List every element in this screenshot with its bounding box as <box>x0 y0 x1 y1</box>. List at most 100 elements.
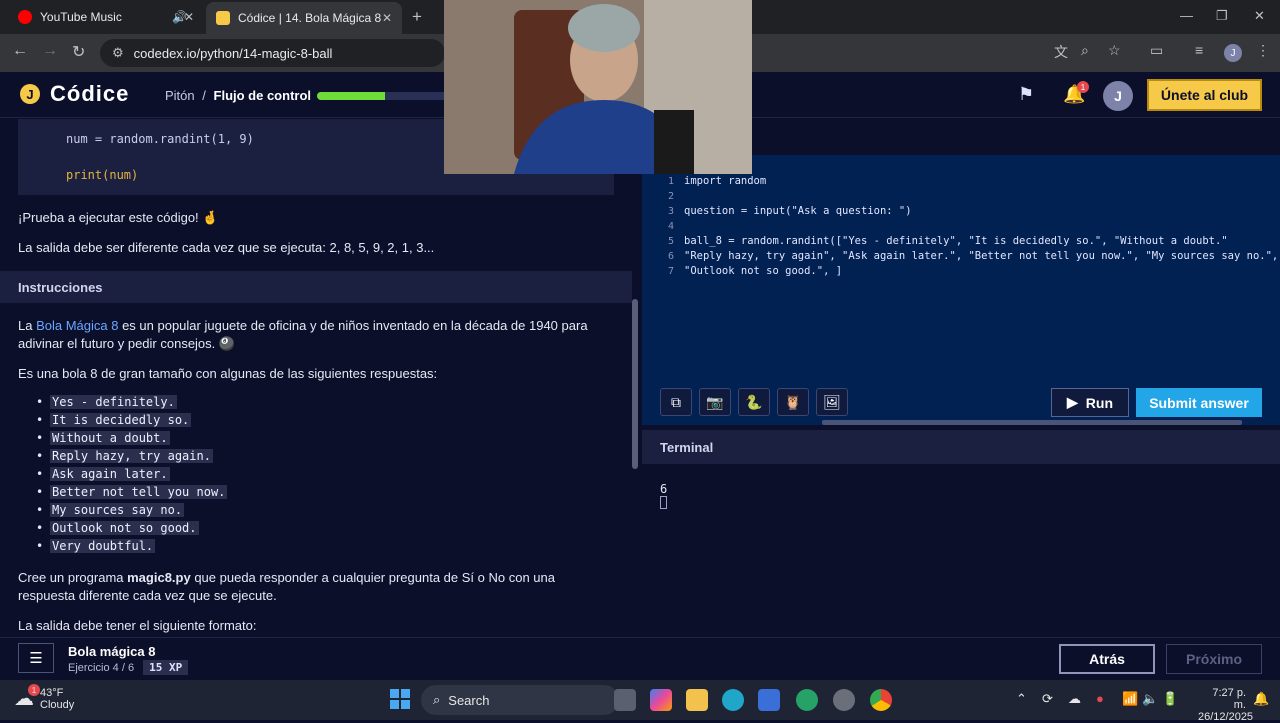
zoom-icon[interactable]: ⌕ <box>1081 42 1089 59</box>
exercise-label: Ejercicio <box>68 662 110 674</box>
terminal-header: Terminal <box>642 430 1280 464</box>
line-number: 1 <box>667 176 674 187</box>
volume-icon[interactable]: 🔈 <box>1142 691 1158 707</box>
store-icon[interactable] <box>758 689 780 711</box>
line-number: 5 <box>667 236 674 247</box>
python-icon[interactable]: 🐍 <box>738 388 770 416</box>
weather-badge: 1 <box>28 684 40 696</box>
app-icon[interactable] <box>796 689 818 711</box>
close-icon[interactable]: ✕ <box>382 11 392 25</box>
chevron-up-icon[interactable]: ⌃ <box>1016 691 1027 707</box>
exercise-number: 4 <box>112 662 119 674</box>
weather-desc: Cloudy <box>40 698 75 711</box>
terminal-body[interactable]: 6 <box>642 464 1280 637</box>
battery-icon[interactable]: 🔋 <box>1162 691 1178 707</box>
code-line: ball_8 = random.randint(["Yes - definite… <box>684 235 1228 247</box>
minimize-icon[interactable]: — <box>1180 8 1193 23</box>
new-tab-button[interactable]: + <box>412 7 422 27</box>
exercise-footer: ☰ Bola mágica 8 Ejercicio 4 / 6 15 XP At… <box>0 637 1280 680</box>
intro-prefix: La <box>18 318 37 333</box>
back-arrow-icon[interactable]: ← <box>12 42 28 60</box>
join-club-button[interactable]: Únete al club <box>1147 79 1262 111</box>
webcam-person-image <box>444 0 752 174</box>
address-bar[interactable]: ⚙ codedex.io/python/14-magic-8-ball <box>100 39 445 67</box>
list-item: Yes - definitely. <box>36 395 227 413</box>
breadcrumb-section[interactable]: Flujo de control <box>214 88 312 103</box>
system-clock[interactable]: 7:27 p. m. 26/12/2025 <box>1198 687 1253 723</box>
time: 7:27 p. m. <box>1212 687 1246 711</box>
copilot-icon[interactable] <box>650 689 672 711</box>
breadcrumb-course[interactable]: Pitón <box>165 88 195 103</box>
cloud-tray-icon[interactable]: ☁ <box>1068 691 1081 707</box>
sync-icon[interactable]: ⟳ <box>1042 691 1053 707</box>
microphone-icon[interactable]: ● <box>1096 691 1104 706</box>
exercise-title: Bola mágica 8 <box>68 644 156 659</box>
answer-text: Without a doubt. <box>50 431 170 445</box>
tab-title: Códice | 14. Bola Mágica 8 <box>238 11 382 25</box>
forward-arrow-icon[interactable]: → <box>42 42 58 60</box>
mascot-icon[interactable]: 🦉 <box>777 388 809 416</box>
logo[interactable]: J Códice <box>20 81 129 107</box>
breadcrumb-separator: / <box>202 88 206 103</box>
tab-youtube-music[interactable]: YouTube Music 🔊 ✕ <box>8 0 204 34</box>
list-item: It is decidedly so. <box>36 413 227 431</box>
submit-answer-button[interactable]: Submit answer <box>1136 388 1262 417</box>
answer-text: Ask again later. <box>50 467 170 481</box>
answer-text: Very doubtful. <box>50 539 156 553</box>
media-control-icon[interactable]: ≡ <box>1195 42 1203 58</box>
share-icon[interactable]: 🖼 <box>816 388 848 416</box>
edge-icon[interactable] <box>722 689 744 711</box>
close-icon[interactable]: ✕ <box>184 10 194 24</box>
terminal-cursor <box>660 496 667 509</box>
line-number: 3 <box>667 206 674 217</box>
menu-kebab-icon[interactable]: ⋮ <box>1256 42 1270 59</box>
instructions-header: Instrucciones <box>0 271 632 303</box>
flag-icon[interactable]: ⚑ <box>1018 84 1034 105</box>
weather-widget[interactable]: ☁ 1 43°F Cloudy <box>14 684 75 711</box>
profile-avatar[interactable]: J <box>1224 44 1242 62</box>
logo-text: Códice <box>50 81 130 106</box>
maximize-icon[interactable]: ❐ <box>1216 8 1228 24</box>
file-explorer-icon[interactable] <box>686 689 708 711</box>
user-avatar[interactable]: J <box>1103 81 1133 111</box>
translate-icon[interactable]: 文 <box>1054 42 1068 62</box>
notification-badge: 1 <box>1077 81 1089 93</box>
try-text: ¡Prueba a ejecutar este código! 🤞 <box>18 210 219 225</box>
reload-icon[interactable]: ↻ <box>72 42 85 62</box>
window-close-icon[interactable]: ✕ <box>1254 8 1265 24</box>
run-button[interactable]: ▶ Run <box>1051 388 1129 417</box>
tab-codedex[interactable]: Códice | 14. Bola Mágica 8 ✕ <box>206 2 402 34</box>
lesson-scrollbar[interactable] <box>632 299 638 469</box>
taskbar-search[interactable]: ⌕ Search <box>421 685 619 715</box>
wifi-icon[interactable]: 📶 <box>1122 691 1138 707</box>
line-number: 6 <box>667 251 674 262</box>
notification-bell-icon[interactable]: 🔔 <box>1253 691 1269 707</box>
line-number: 2 <box>667 191 674 202</box>
magic-8-ball-link[interactable]: Bola Mágica 8 <box>36 318 118 333</box>
next-button[interactable]: Próximo <box>1166 644 1262 674</box>
answer-text: Outlook not so good. <box>50 521 199 535</box>
copy-icon[interactable]: ⧉ <box>660 388 692 416</box>
sidepanel-icon[interactable]: ▭ <box>1150 42 1163 59</box>
exercise-separator: / <box>121 662 125 674</box>
list-item: Ask again later. <box>36 467 227 485</box>
back-button[interactable]: Atrás <box>1059 644 1155 674</box>
exercise-meta: Ejercicio 4 / 6 15 XP <box>68 660 189 675</box>
list-item: Outlook not so good. <box>36 521 227 539</box>
windows-start-icon[interactable] <box>390 689 410 709</box>
xp-badge: 15 XP <box>143 660 189 675</box>
chrome-icon[interactable] <box>870 689 892 711</box>
task-view-icon[interactable] <box>614 689 636 711</box>
code-line: print(num) <box>66 168 139 182</box>
code-line: "Outlook not so good.", ] <box>684 265 843 277</box>
editor-horizontal-scrollbar[interactable] <box>822 420 1242 425</box>
screenshot-icon[interactable]: 📷 <box>699 388 731 416</box>
site-info-icon[interactable]: ⚙ <box>112 45 124 61</box>
app-icon[interactable] <box>833 689 855 711</box>
webcam-overlay <box>444 0 752 174</box>
list-item: My sources say no. <box>36 503 227 521</box>
exercise-menu-button[interactable]: ☰ <box>18 643 54 673</box>
bookmark-star-icon[interactable]: ☆ <box>1108 42 1121 59</box>
code-editor[interactable]: 1 import random 2 3 question = input("As… <box>642 155 1280 425</box>
play-icon: ▶ <box>1067 394 1078 410</box>
